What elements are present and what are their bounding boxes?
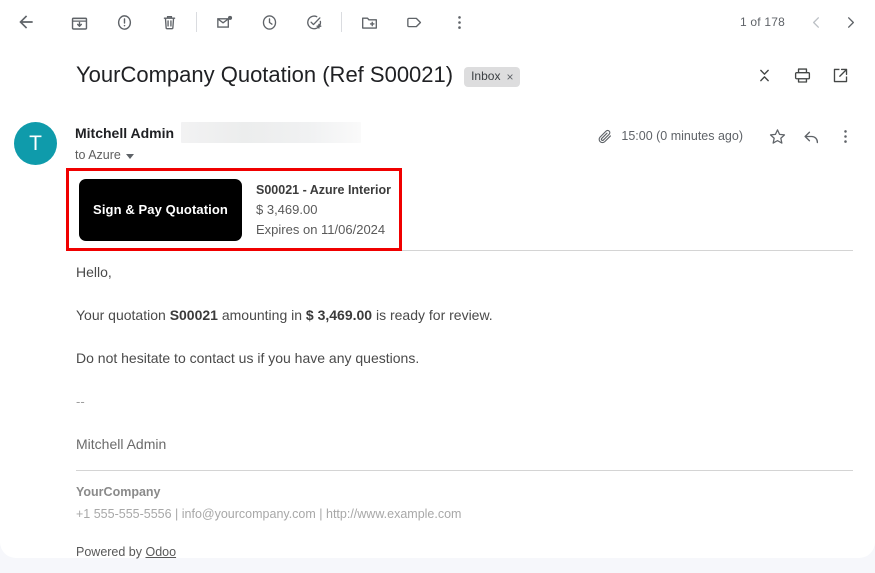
archive-icon[interactable]	[61, 4, 97, 40]
body-greeting: Hello,	[76, 264, 112, 280]
powered-by-line: Powered by Odoo	[76, 542, 853, 563]
message-body: Hello, Your quotation S00021 amounting i…	[76, 262, 853, 477]
body-contact-line: Do not hesitate to contact us if you hav…	[76, 350, 420, 366]
snooze-icon[interactable]	[251, 4, 287, 40]
sign-and-pay-quotation-button[interactable]: Sign & Pay Quotation	[79, 178, 242, 241]
body-quotation-ref: S00021	[169, 307, 218, 323]
body-line2-post: is ready for review.	[372, 307, 493, 323]
page-title: YourCompany Quotation (Ref S00021)	[76, 62, 454, 87]
sender-block: Mitchell Admin to Azure	[75, 122, 545, 162]
toolbar-divider	[341, 12, 342, 32]
powered-by-prefix: Powered by	[76, 545, 146, 559]
message-more-icon[interactable]	[829, 120, 861, 152]
toolbar-divider	[196, 12, 197, 32]
more-options-icon[interactable]	[441, 4, 477, 40]
message-timestamp: 15:00 (0 minutes ago)	[621, 129, 743, 143]
message-meta: 15:00 (0 minutes ago)	[596, 120, 861, 152]
signature-name: Mitchell Admin	[76, 436, 167, 452]
body-quotation-amount: $ 3,469.00	[305, 307, 373, 323]
inbox-label-text: Inbox	[471, 69, 501, 83]
inbox-label-chip[interactable]: Inbox ×	[464, 67, 521, 87]
prev-message-button[interactable]	[799, 5, 833, 39]
odoo-link[interactable]: Odoo	[145, 545, 176, 559]
pagination-count: 1 of 178	[740, 15, 785, 29]
footer-contact-line: +1 555-555-5556 | info@yourcompany.com |…	[76, 507, 462, 521]
delete-icon[interactable]	[151, 4, 187, 40]
report-spam-icon[interactable]	[106, 4, 142, 40]
star-icon[interactable]	[761, 120, 793, 152]
quotation-details: S00021 - Azure Interior $ 3,469.00 Expir…	[256, 180, 391, 240]
avatar: T	[14, 122, 57, 165]
message-toolbar: 1 of 178	[0, 0, 875, 44]
print-icon[interactable]	[785, 58, 819, 92]
remove-label-icon[interactable]: ×	[506, 71, 513, 83]
quotation-expiry: Expires on 11/06/2024	[256, 221, 386, 237]
message-card: 1 of 178 YourCompany Quotation (Ref S000…	[0, 0, 875, 559]
quotation-reference: S00021 - Azure Interior	[256, 182, 392, 197]
sender-name: Mitchell Admin	[75, 124, 175, 141]
quotation-block: Sign & Pay Quotation S00021 - Azure Inte…	[69, 171, 399, 248]
quotation-amount: $ 3,469.00	[256, 201, 318, 217]
email-footer: YourCompany +1 555-555-5556 | info@yourc…	[76, 482, 853, 563]
recipient-toggle[interactable]: to Azure	[75, 148, 134, 162]
body-line2-mid: amounting in	[217, 307, 306, 323]
gmail-message-screen: 1 of 178 YourCompany Quotation (Ref S000…	[0, 0, 875, 573]
mark-unread-icon[interactable]	[206, 4, 242, 40]
next-message-button[interactable]	[833, 5, 867, 39]
labels-icon[interactable]	[396, 4, 432, 40]
body-line2-pre: Your quotation	[76, 307, 170, 323]
body-quotation-line: Your quotation S00021 amounting in $ 3,4…	[76, 305, 853, 326]
subject-row: YourCompany Quotation (Ref S00021) Inbox…	[0, 58, 875, 92]
attachment-icon	[596, 128, 613, 145]
content-divider-bottom	[76, 470, 853, 471]
collapse-all-icon[interactable]	[747, 58, 781, 92]
sender-email-redacted	[180, 122, 361, 143]
back-arrow-icon[interactable]	[8, 4, 44, 40]
subject-actions	[747, 58, 857, 92]
signature-separator: --	[76, 394, 85, 409]
recipient-label: to Azure	[75, 148, 121, 162]
footer-company-name: YourCompany	[76, 485, 161, 499]
open-new-window-icon[interactable]	[823, 58, 857, 92]
reply-icon[interactable]	[795, 120, 827, 152]
chevron-down-icon[interactable]	[125, 153, 134, 159]
move-to-icon[interactable]	[351, 4, 387, 40]
quotation-highlight-box: Sign & Pay Quotation S00021 - Azure Inte…	[66, 168, 402, 251]
add-to-tasks-icon[interactable]	[296, 4, 332, 40]
